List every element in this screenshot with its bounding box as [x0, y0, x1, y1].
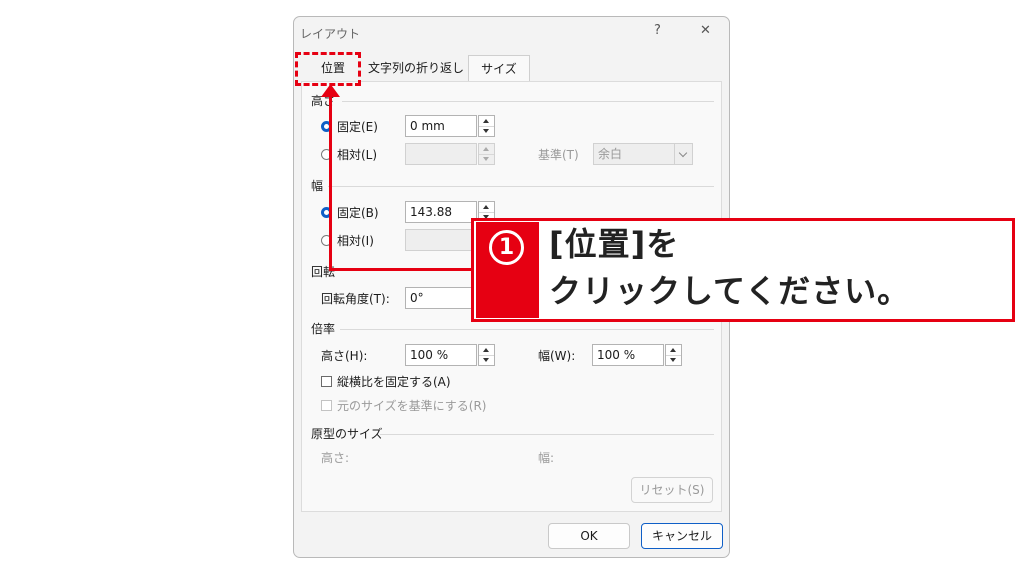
rotation-angle-input[interactable]: 0° — [405, 287, 477, 309]
height-relative-spinner[interactable] — [478, 143, 495, 165]
height-fixed-input[interactable]: 0 mm — [405, 115, 477, 137]
section-divider — [342, 101, 714, 102]
section-divider — [380, 434, 714, 435]
instruction-line-1: [位置]を — [549, 225, 680, 263]
cancel-button[interactable]: キャンセル — [641, 523, 723, 549]
lock-aspect-checkbox[interactable] — [321, 376, 332, 387]
ok-button[interactable]: OK — [548, 523, 630, 549]
section-original-size: 原型のサイズ — [311, 427, 383, 441]
original-height-label: 高さ: — [321, 451, 350, 465]
height-basis-label: 基準(T) — [538, 148, 579, 162]
relative-original-checkbox[interactable] — [321, 400, 332, 411]
width-fixed-input[interactable]: 143.88 mm — [405, 201, 477, 239]
relative-original-label: 元のサイズを基準にする(R) — [337, 399, 487, 413]
tab-text-wrapping[interactable]: 文字列の折り返し — [364, 55, 468, 82]
height-fixed-spinner[interactable] — [478, 115, 495, 137]
scale-width-spinner[interactable] — [665, 344, 682, 366]
width-relative-label: 相対(I) — [337, 234, 374, 248]
scale-height-label: 高さ(H): — [321, 349, 368, 363]
reset-button[interactable]: リセット(S) — [631, 477, 713, 503]
height-relative-input[interactable] — [405, 143, 477, 165]
scale-height-input[interactable]: 100 % — [405, 344, 477, 366]
annotation-arrow-shaft — [329, 92, 332, 271]
scale-width-label: 幅(W): — [538, 349, 576, 363]
section-scale: 倍率 — [311, 322, 336, 336]
close-icon[interactable]: ✕ — [700, 24, 711, 38]
height-relative-label: 相対(L) — [337, 148, 378, 162]
scale-height-spinner[interactable] — [478, 344, 495, 366]
lock-aspect-label: 縦横比を固定する(A) — [337, 375, 451, 389]
width-fixed-label: 固定(B) — [337, 206, 379, 220]
section-width: 幅 — [311, 179, 324, 193]
section-divider — [328, 186, 714, 187]
annotation-arrowhead-icon — [321, 84, 340, 97]
step-number: 1 — [498, 235, 515, 260]
scale-width-input[interactable]: 100 % — [592, 344, 664, 366]
width-relative-input[interactable] — [405, 229, 477, 251]
height-basis-value: 余白 — [598, 147, 623, 161]
annotation-arrow-connector — [329, 268, 473, 271]
instruction-line-2: クリックしてください。 — [549, 272, 911, 310]
dialog-title: レイアウト — [300, 27, 361, 41]
height-basis-select[interactable]: 余白 — [593, 143, 693, 165]
height-fixed-label: 固定(E) — [337, 120, 378, 134]
tab-size[interactable]: サイズ — [468, 55, 530, 82]
original-width-label: 幅: — [538, 451, 555, 465]
chevron-down-icon — [674, 144, 692, 164]
rotation-angle-label: 回転角度(T): — [321, 292, 390, 306]
position-tab-highlight — [295, 52, 361, 86]
help-icon[interactable]: ? — [654, 24, 661, 38]
section-divider — [340, 329, 714, 330]
